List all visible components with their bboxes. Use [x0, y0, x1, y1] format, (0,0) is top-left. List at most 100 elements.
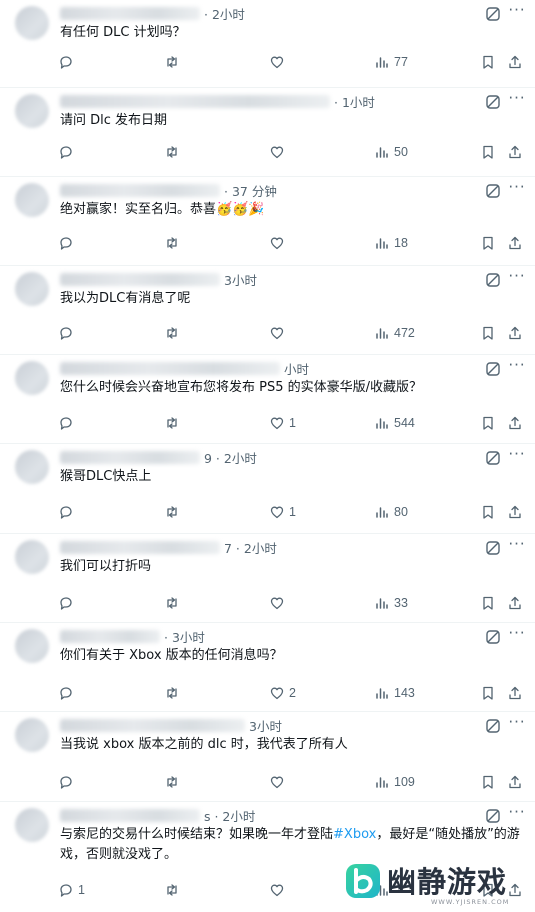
share-button[interactable]: [507, 502, 523, 522]
bookmark-button[interactable]: [480, 502, 496, 522]
reply-button[interactable]: [58, 323, 78, 343]
reply-time[interactable]: 3小时: [249, 716, 282, 735]
blurred-username[interactable]: [60, 272, 220, 286]
repost-button[interactable]: [164, 323, 184, 343]
views-button[interactable]: 80: [374, 502, 408, 522]
grok-icon[interactable]: [485, 808, 501, 824]
reply-button[interactable]: [58, 142, 78, 162]
share-button[interactable]: [507, 593, 523, 613]
reply-item[interactable]: · 2小时 ··· 有任何 DLC 计划吗？ 77: [0, 0, 535, 88]
reply-item[interactable]: · 1小时 ··· 请问 Dlc 发布日期 50: [0, 88, 535, 177]
repost-button[interactable]: [164, 593, 184, 613]
reply-button[interactable]: [58, 593, 78, 613]
views-button[interactable]: 18: [374, 233, 408, 253]
share-button[interactable]: [507, 233, 523, 253]
grok-icon[interactable]: [485, 272, 501, 288]
reply-item[interactable]: 小时 ··· 您什么时候会兴奋地宣布您将发布 PS5 的实体豪华版/收藏版？ 1…: [0, 355, 535, 444]
grok-icon[interactable]: [485, 629, 501, 645]
repost-button[interactable]: [164, 142, 184, 162]
reply-item[interactable]: · 3小时 ··· 你们有关于 Xbox 版本的任何消息吗？ 2 143: [0, 623, 535, 712]
repost-button[interactable]: [164, 233, 184, 253]
share-button[interactable]: [507, 52, 523, 72]
reply-button[interactable]: [58, 233, 78, 253]
bookmark-button[interactable]: [480, 772, 496, 792]
grok-icon[interactable]: [485, 94, 501, 110]
more-icon[interactable]: ···: [507, 91, 527, 109]
more-icon[interactable]: ···: [507, 447, 527, 465]
bookmark-button[interactable]: [480, 593, 496, 613]
reply-button[interactable]: [58, 502, 78, 522]
avatar[interactable]: [15, 540, 49, 574]
share-button[interactable]: [507, 683, 523, 703]
more-icon[interactable]: ···: [507, 180, 527, 198]
share-button[interactable]: [507, 323, 523, 343]
grok-icon[interactable]: [485, 6, 501, 22]
more-icon[interactable]: ···: [507, 715, 527, 733]
repost-button[interactable]: [164, 880, 184, 900]
avatar[interactable]: [15, 361, 49, 395]
views-button[interactable]: 33: [374, 593, 408, 613]
blurred-username[interactable]: [60, 718, 245, 732]
grok-icon[interactable]: [485, 183, 501, 199]
reply-button[interactable]: 1: [58, 880, 85, 900]
more-icon[interactable]: ···: [507, 3, 527, 21]
bookmark-button[interactable]: [480, 683, 496, 703]
repost-button[interactable]: [164, 772, 184, 792]
bookmark-button[interactable]: [480, 233, 496, 253]
views-button[interactable]: 77: [374, 52, 408, 72]
like-button[interactable]: [269, 52, 289, 72]
blurred-username[interactable]: [60, 6, 200, 20]
hashtag-link[interactable]: #Xbox: [333, 827, 376, 842]
avatar[interactable]: [15, 183, 49, 217]
views-button[interactable]: 472: [374, 323, 415, 343]
reply-time[interactable]: 7 · 2小时: [224, 538, 277, 557]
more-icon[interactable]: ···: [507, 358, 527, 376]
avatar[interactable]: [15, 629, 49, 663]
reply-time[interactable]: · 3小时: [164, 627, 205, 646]
views-button[interactable]: 143: [374, 683, 415, 703]
repost-button[interactable]: [164, 502, 184, 522]
reply-time[interactable]: 9 · 2小时: [204, 448, 257, 467]
blurred-username[interactable]: [60, 808, 200, 822]
bookmark-button[interactable]: [480, 52, 496, 72]
reply-item[interactable]: 9 · 2小时 ··· 猴哥DLC快点上 1 80: [0, 444, 535, 534]
views-button[interactable]: 544: [374, 413, 415, 433]
bookmark-button[interactable]: [480, 413, 496, 433]
like-button[interactable]: 1: [269, 502, 296, 522]
reply-item[interactable]: 3小时 ··· 当我说 xbox 版本之前的 dlc 时，我代表了所有人 109: [0, 712, 535, 802]
reply-time[interactable]: · 2小时: [204, 4, 245, 23]
grok-icon[interactable]: [485, 718, 501, 734]
reply-button[interactable]: [58, 413, 78, 433]
like-button[interactable]: [269, 593, 289, 613]
avatar[interactable]: [15, 718, 49, 752]
like-button[interactable]: [269, 233, 289, 253]
grok-icon[interactable]: [485, 450, 501, 466]
reply-time[interactable]: s · 2小时: [204, 806, 255, 825]
avatar[interactable]: [15, 94, 49, 128]
reply-time[interactable]: 小时: [284, 359, 309, 378]
like-button[interactable]: [269, 142, 289, 162]
avatar[interactable]: [15, 450, 49, 484]
grok-icon[interactable]: [485, 361, 501, 377]
like-button[interactable]: 2: [269, 683, 296, 703]
blurred-username[interactable]: [60, 450, 200, 464]
reply-time[interactable]: · 37 分钟: [224, 181, 277, 200]
reply-button[interactable]: [58, 52, 78, 72]
bookmark-button[interactable]: [480, 323, 496, 343]
repost-button[interactable]: [164, 52, 184, 72]
avatar[interactable]: [15, 808, 49, 842]
repost-button[interactable]: [164, 683, 184, 703]
reply-item[interactable]: 3小时 ··· 我以为DLC有消息了呢 472: [0, 266, 535, 355]
more-icon[interactable]: ···: [507, 626, 527, 644]
like-button[interactable]: [269, 323, 289, 343]
like-button[interactable]: [269, 880, 289, 900]
more-icon[interactable]: ···: [507, 537, 527, 555]
views-button[interactable]: 109: [374, 772, 415, 792]
blurred-username[interactable]: [60, 94, 330, 108]
blurred-username[interactable]: [60, 183, 220, 197]
reply-button[interactable]: [58, 683, 78, 703]
avatar[interactable]: [15, 6, 49, 40]
like-button[interactable]: 1: [269, 413, 296, 433]
blurred-username[interactable]: [60, 540, 220, 554]
reply-button[interactable]: [58, 772, 78, 792]
